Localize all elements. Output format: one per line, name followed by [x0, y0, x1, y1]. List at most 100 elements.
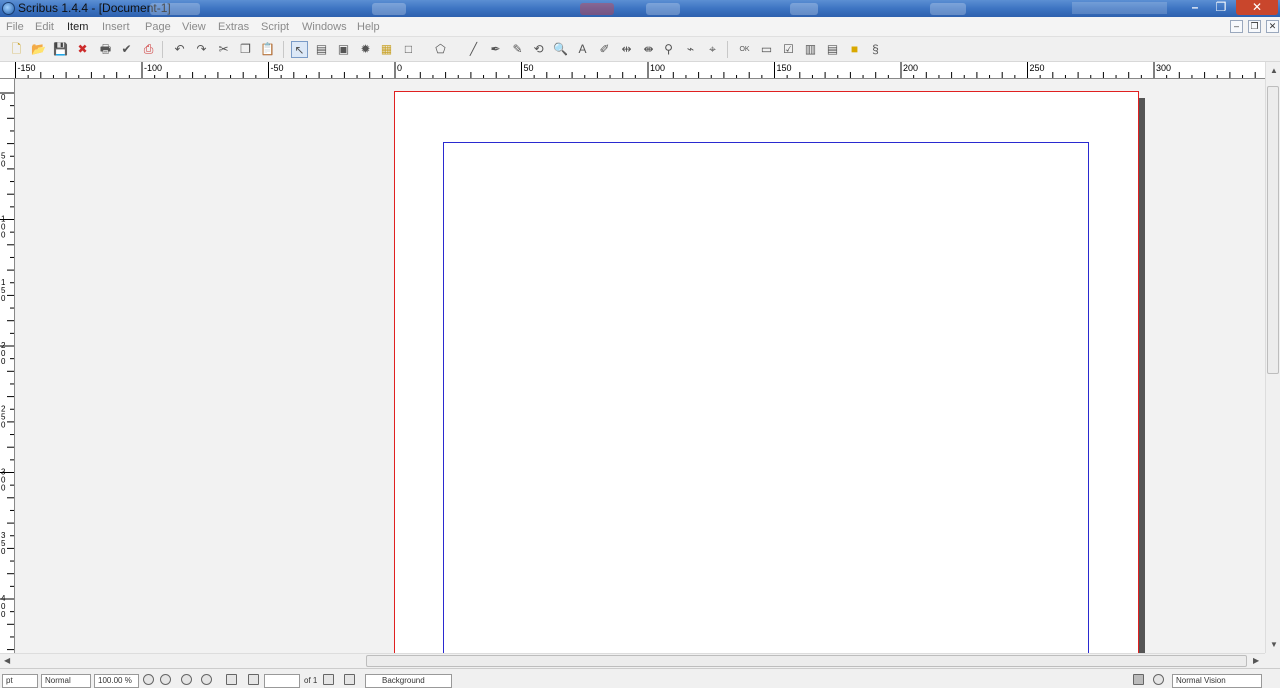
ruler-corner [0, 62, 13, 79]
menu-extras[interactable]: Extras [218, 21, 249, 33]
measure-icon[interactable]: ⚲ [660, 41, 677, 58]
horizontal-ruler[interactable]: -300-250-200-150-100-5005010015020025030… [13, 62, 1265, 79]
zoom-field[interactable]: 100.00 % [94, 674, 139, 688]
ruler-label: 250 [1, 404, 6, 429]
previous-page-icon[interactable] [248, 674, 259, 685]
pdf-textfield-icon[interactable]: ▭ [758, 41, 775, 58]
ruler-label: 100 [1, 215, 6, 240]
ruler-label: 100 [650, 63, 665, 73]
vision-mode-select[interactable]: Normal Vision [1172, 674, 1262, 688]
document-canvas[interactable] [16, 79, 1265, 653]
vertical-scroll-thumb[interactable] [1267, 86, 1279, 374]
menu-script[interactable]: Script [261, 21, 289, 33]
vertical-ruler[interactable]: 0 50 100 150 200 250 300 350 400 [0, 79, 15, 653]
page-number-field[interactable] [264, 674, 300, 688]
menu-item[interactable]: Item [67, 21, 88, 33]
first-page-icon[interactable] [226, 674, 237, 685]
window-maximize-button[interactable]: ❐ [1208, 0, 1234, 15]
cut-icon[interactable]: ✂ [215, 41, 232, 58]
menu-edit[interactable]: Edit [35, 21, 54, 33]
scroll-left-icon[interactable]: ◀ [4, 656, 10, 665]
scribus-app-icon [2, 2, 15, 15]
layer-select[interactable]: Background [365, 674, 452, 688]
scroll-up-icon[interactable]: ▲ [1270, 66, 1278, 75]
menu-bar: File Edit Item Insert Page View Extras S… [0, 17, 1280, 37]
menu-file[interactable]: File [6, 21, 24, 33]
window-minimize-button[interactable]: – [1182, 0, 1208, 15]
vertical-scrollbar[interactable]: ▲ ▼ [1265, 62, 1280, 653]
zoom-in-icon[interactable] [201, 674, 212, 685]
new-document-icon[interactable]: 🗋 [8, 41, 25, 58]
vision-mode-icon[interactable] [1153, 674, 1164, 685]
zoom-100-icon[interactable] [181, 674, 192, 685]
redo-icon[interactable]: ↷ [193, 41, 210, 58]
window-titlebar: Scribus 1.4.4 - [Document-1] – ❐ ✕ [0, 0, 1280, 17]
shape-icon[interactable]: □ [400, 41, 417, 58]
menu-page[interactable]: Page [145, 21, 171, 33]
link-frames-icon[interactable]: ⇹ [618, 41, 635, 58]
horizontal-scrollbar[interactable]: ◀ ▶ [0, 653, 1265, 668]
open-icon[interactable]: 📂 [30, 41, 47, 58]
taskbar-blur [150, 3, 200, 15]
edit-text-icon[interactable]: ✐ [596, 41, 613, 58]
print-icon[interactable]: 🖶 [97, 41, 114, 58]
scroll-right-icon[interactable]: ▶ [1253, 656, 1259, 665]
ruler-label: 150 [1, 278, 6, 303]
menu-help[interactable]: Help [357, 21, 380, 33]
pdf-button-icon[interactable]: OK [736, 41, 753, 58]
zoom-icon[interactable]: 🔍 [552, 41, 569, 58]
save-icon[interactable]: 💾 [52, 41, 69, 58]
pdf-checkbox-icon[interactable]: ☑ [780, 41, 797, 58]
zoom-reset-icon[interactable] [160, 674, 171, 685]
copy-icon[interactable]: ❐ [237, 41, 254, 58]
ruler-label: -50 [271, 63, 284, 73]
menu-view[interactable]: View [182, 21, 206, 33]
select-item-icon[interactable]: ↖ [291, 41, 308, 58]
copy-properties-icon[interactable]: ⌁ [682, 41, 699, 58]
next-page-icon[interactable] [323, 674, 334, 685]
ruler-label: 250 [1030, 63, 1045, 73]
pdf-link-icon[interactable]: § [867, 41, 884, 58]
unlink-frames-icon[interactable]: ⇼ [640, 41, 657, 58]
paste-icon[interactable]: 📋 [259, 41, 276, 58]
scroll-down-icon[interactable]: ▼ [1270, 640, 1278, 649]
export-pdf-icon[interactable]: ⎙ [140, 41, 157, 58]
ruler-label: 150 [777, 63, 792, 73]
menu-insert[interactable]: Insert [102, 21, 130, 33]
pdf-annotation-icon[interactable]: ■ [846, 41, 863, 58]
rotate-icon[interactable]: ⟲ [530, 41, 547, 58]
edit-contents-icon[interactable]: A [574, 41, 591, 58]
toolbar-separator [162, 41, 163, 58]
image-frame-icon[interactable]: ▣ [335, 41, 352, 58]
menu-windows[interactable]: Windows [302, 21, 347, 33]
table-icon[interactable]: ▦ [378, 41, 395, 58]
zoom-out-icon[interactable] [143, 674, 154, 685]
main-toolbar: 🗋 📂 💾 ✖ 🖶 ✔ ⎙ ↶ ↷ ✂ ❐ 📋 ↖ ▤ ▣ ✹ ▦ □ ⬠ ╱ ✒ ✎ ⟲ 🔍 A ✐ ⇹ ⇼ ⚲ ⌁ ⌖ OK ▭ ☑ ▥ ▤ ■ § [0, 37, 1280, 62]
render-frame-icon[interactable]: ✹ [357, 41, 374, 58]
polygon-icon[interactable]: ⬠ [432, 41, 449, 58]
eyedropper-icon[interactable]: ⌖ [704, 41, 721, 58]
ruler-label: 350 [1, 531, 6, 556]
ruler-label: 50 [1, 151, 6, 168]
preflight-icon[interactable]: ✔ [118, 41, 135, 58]
preview-mode-icon[interactable] [1133, 674, 1144, 685]
ruler-label: 0 [1, 93, 6, 102]
ruler-label: 300 [1, 468, 6, 493]
text-frame-icon[interactable]: ▤ [313, 41, 330, 58]
window-close-button[interactable]: ✕ [1236, 0, 1278, 15]
pdf-listbox-icon[interactable]: ▤ [824, 41, 841, 58]
taskbar-blur [790, 3, 818, 15]
pdf-combobox-icon[interactable]: ▥ [802, 41, 819, 58]
bezier-icon[interactable]: ✒ [487, 41, 504, 58]
document-close-button[interactable]: ✕ [1266, 20, 1279, 33]
document-restore-button[interactable]: ❐ [1248, 20, 1261, 33]
document-minimize-button[interactable]: – [1230, 20, 1243, 33]
view-mode-select[interactable]: Normal [41, 674, 91, 688]
close-document-icon[interactable]: ✖ [74, 41, 91, 58]
unit-select[interactable]: pt [2, 674, 38, 688]
horizontal-scroll-thumb[interactable] [366, 655, 1247, 667]
freehand-icon[interactable]: ✎ [509, 41, 526, 58]
line-icon[interactable]: ╱ [465, 41, 482, 58]
last-page-icon[interactable] [344, 674, 355, 685]
undo-icon[interactable]: ↶ [171, 41, 188, 58]
